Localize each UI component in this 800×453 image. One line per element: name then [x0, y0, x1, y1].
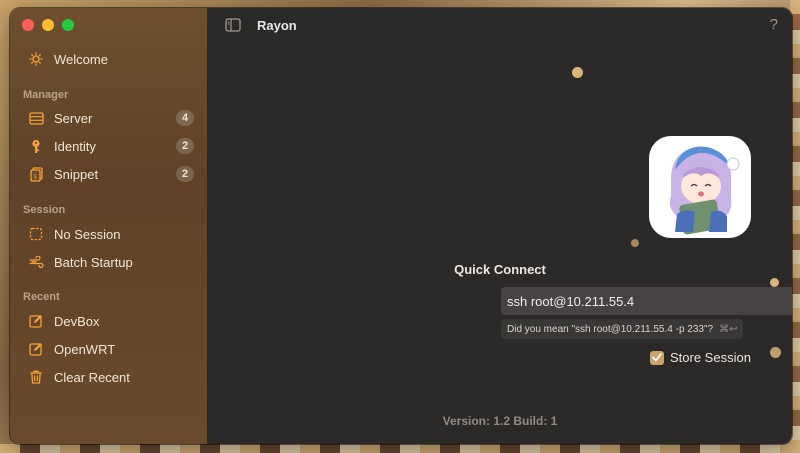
sidebar-item-snippet[interactable]: $ Snippet 2	[18, 161, 200, 187]
edit-icon	[28, 341, 44, 357]
sidebar-item-label: Welcome	[54, 51, 108, 67]
zoom-window-button[interactable]	[62, 19, 74, 31]
edit-icon	[28, 313, 44, 329]
minimize-window-button[interactable]	[42, 19, 54, 31]
window-title: Rayon	[257, 18, 297, 33]
sun-icon	[28, 51, 44, 67]
sidebar-toggle-icon[interactable]	[225, 18, 241, 32]
sidebar-item-label: Server	[54, 110, 93, 126]
count-badge: 2	[176, 166, 194, 182]
app-window: Welcome Manager Server 4 Identity 2 $ Sn…	[10, 8, 792, 444]
title-bar: Rayon ?	[208, 8, 792, 44]
sidebar: Welcome Manager Server 4 Identity 2 $ Sn…	[10, 8, 208, 444]
section-label-recent: Recent	[23, 291, 60, 303]
decorative-dot	[770, 347, 781, 358]
store-session-label: Store Session	[670, 350, 751, 365]
sidebar-item-label: Snippet	[54, 166, 99, 182]
sidebar-item-clear-recent[interactable]: Clear Recent	[18, 364, 200, 390]
suggestion-shortcut: ⌘↩	[719, 323, 738, 335]
sidebar-item-devbox[interactable]: DevBox	[18, 308, 200, 334]
section-label-manager: Manager	[23, 89, 69, 101]
decorative-dot	[770, 278, 779, 287]
command-suggestion[interactable]: Did you mean "ssh root@10.211.55.4 -p 23…	[501, 319, 744, 339]
sidebar-item-no-session[interactable]: No Session	[18, 221, 200, 247]
sidebar-item-label: DevBox	[54, 313, 100, 329]
section-label-session: Session	[23, 204, 66, 216]
svg-text:$: $	[33, 173, 37, 180]
snippet-icon: $	[28, 166, 44, 182]
count-badge: 4	[176, 110, 194, 126]
sidebar-item-label: OpenWRT	[54, 341, 116, 357]
count-badge: 2	[176, 138, 194, 154]
sidebar-item-identity[interactable]: Identity 2	[18, 133, 200, 159]
key-icon	[28, 138, 44, 154]
close-window-button[interactable]	[22, 19, 34, 31]
main-content: Rayon ? Quick Connect ssh root@10.211.55…	[208, 8, 792, 444]
command-input[interactable]	[501, 287, 792, 315]
sidebar-item-label: Batch Startup	[54, 254, 133, 270]
desktop-wallpaper-edge-bottom	[0, 444, 800, 453]
store-session-toggle[interactable]: Store Session	[650, 350, 751, 365]
sidebar-item-welcome[interactable]: Welcome	[18, 46, 200, 72]
wind-icon	[28, 254, 44, 270]
sidebar-item-label: No Session	[54, 226, 121, 242]
version-text: Version: 1.2 Build: 1	[442, 414, 558, 428]
dashed-square-icon	[28, 226, 44, 242]
sidebar-item-label: Clear Recent	[54, 369, 130, 385]
sidebar-item-server[interactable]: Server 4	[18, 105, 200, 131]
suggestion-text: Did you mean "ssh root@10.211.55.4 -p 23…	[507, 323, 714, 335]
window-controls	[22, 19, 74, 31]
help-button[interactable]: ?	[770, 16, 778, 33]
quick-connect-title: Quick Connect	[454, 262, 546, 277]
app-icon-mascot	[649, 136, 751, 238]
sidebar-item-label: Identity	[54, 138, 96, 154]
sidebar-item-openwrt[interactable]: OpenWRT	[18, 336, 200, 362]
decorative-dot	[572, 67, 583, 78]
trash-icon	[28, 369, 44, 385]
store-session-checkbox[interactable]	[650, 350, 664, 365]
server-icon	[28, 110, 44, 126]
sidebar-item-batch-startup[interactable]: Batch Startup	[18, 249, 200, 275]
decorative-dot	[631, 239, 639, 247]
